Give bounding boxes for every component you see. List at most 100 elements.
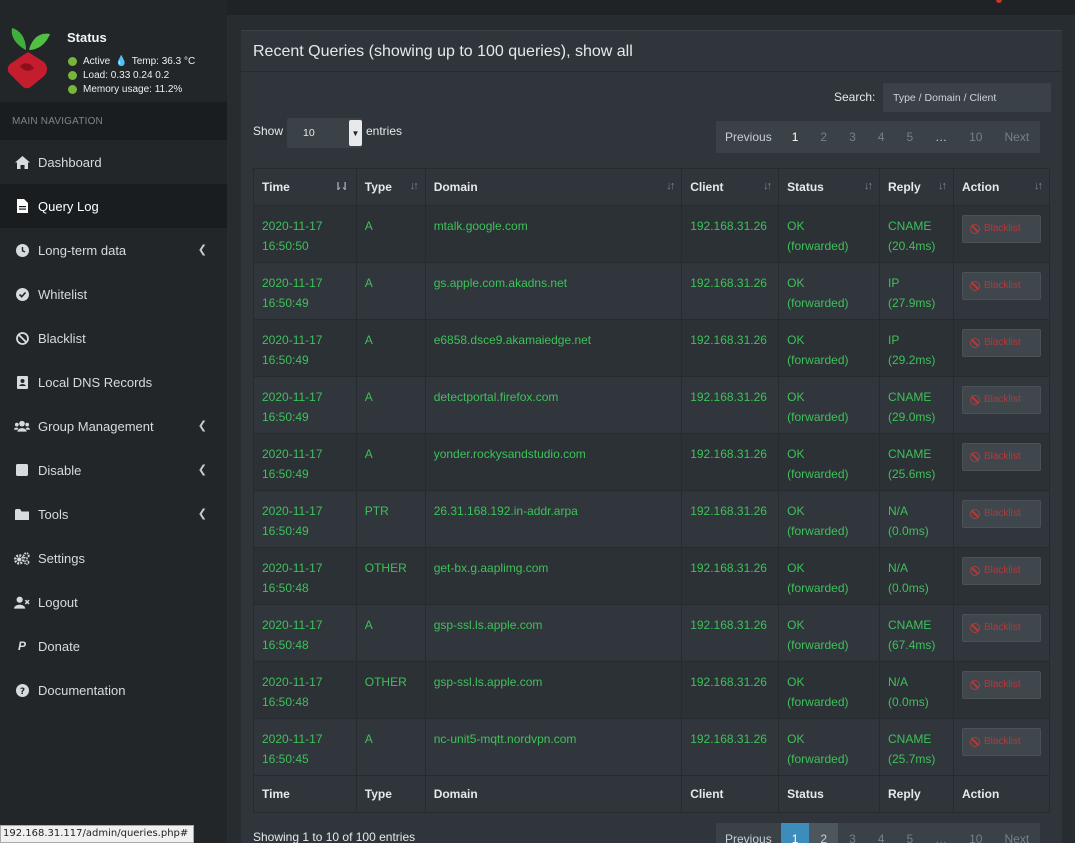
ban-icon <box>969 224 980 234</box>
nav-header: MAIN NAVIGATION <box>0 102 227 140</box>
blacklist-button-label: Blacklist <box>983 451 1021 462</box>
cell-client: 192.168.31.26 <box>681 205 780 263</box>
search-input[interactable] <box>883 83 1051 112</box>
nav-item-blacklist[interactable]: Blacklist <box>0 316 227 360</box>
footer-header-domain: Domain <box>424 775 683 813</box>
show-label: Show <box>253 124 284 138</box>
blacklist-button[interactable]: Blacklist <box>961 728 1041 756</box>
cell-reply-text: CNAME <box>888 732 932 746</box>
cell-domain-text: mtalk.google.com <box>433 219 528 233</box>
column-header-time[interactable]: Time ⇂⇃ <box>253 168 357 206</box>
blacklist-button[interactable]: Blacklist <box>961 329 1041 357</box>
cogs-icon <box>14 551 30 565</box>
column-header-domain[interactable]: Domain ↓↑ <box>424 168 683 206</box>
cell-time-text: 16:50:48 <box>262 695 309 709</box>
nav-item-query-log[interactable]: Query Log <box>0 184 227 228</box>
footer-header-type: Type <box>355 775 426 813</box>
cell-status: OK (forwarded) <box>778 319 881 377</box>
pagination-page-10[interactable]: 10 <box>958 121 993 153</box>
blacklist-button[interactable]: Blacklist <box>961 557 1041 585</box>
cell-domain-text: 26.31.168.192.in-addr.arpa <box>433 504 578 518</box>
column-header-reply[interactable]: Reply ↓↑ <box>879 168 954 206</box>
pagination-page-2[interactable]: 2 <box>809 121 838 153</box>
blacklist-button[interactable]: Blacklist <box>961 614 1041 642</box>
cell-action: Blacklist <box>952 319 1051 377</box>
cell-reply-text: CNAME <box>888 618 932 632</box>
status-active-line: Active 💧 Temp: 36.3 °C <box>68 56 195 67</box>
sort-icon: ↓↑ <box>409 180 419 192</box>
nav-item-tools[interactable]: Tools ❮ <box>0 492 227 536</box>
nav-item-disable[interactable]: Disable ❮ <box>0 448 227 492</box>
pagination-page-5[interactable]: 5 <box>895 121 924 153</box>
column-header-status[interactable]: Status ↓↑ <box>778 168 881 206</box>
chevron-left-icon: ❮ <box>197 420 207 432</box>
pagination-page-2[interactable]: 2 <box>809 823 839 843</box>
blacklist-button[interactable]: Blacklist <box>961 272 1041 300</box>
cell-type-text: OTHER <box>364 561 407 575</box>
nav-item-dashboard[interactable]: Dashboard <box>0 140 227 184</box>
pagination-next[interactable]: Next <box>993 121 1040 153</box>
pagination-page-3[interactable]: 3 <box>838 823 867 843</box>
nav-label: Local DNS Records <box>38 374 153 390</box>
nav-item-donate[interactable]: P Donate <box>0 624 227 668</box>
cell-type-text: A <box>364 219 373 233</box>
column-header-action[interactable]: Action ↓↑ <box>952 168 1051 206</box>
nav-label: Disable <box>38 462 82 478</box>
nav-item-local-dns-records[interactable]: Local DNS Records <box>0 360 227 404</box>
blacklist-button[interactable]: Blacklist <box>961 671 1041 699</box>
cell-reply-text: N/A <box>888 675 909 689</box>
cell-reply: N/A (0.0ms) <box>879 490 954 548</box>
cell-date-text: 2020-11-17 <box>262 390 323 404</box>
cell-reply2-text: (0.0ms) <box>888 524 929 538</box>
cell-reply2-text: (25.6ms) <box>888 467 936 481</box>
entries-per-page-select[interactable]: 10 ▼ <box>287 118 362 148</box>
cell-type: A <box>355 205 426 263</box>
cell-status2-text: (forwarded) <box>787 524 849 538</box>
status-title: Status <box>67 30 107 45</box>
pagination-bottom: Previous 1 2 3 4 5 … 10 Next <box>716 823 1041 843</box>
nav-label: Documentation <box>38 682 126 698</box>
sort-icon: ↓↑ <box>937 180 947 192</box>
pagination-page-5[interactable]: 5 <box>895 823 924 843</box>
blacklist-button[interactable]: Blacklist <box>961 443 1041 471</box>
cell-time: 2020-11-17 16:50:49 <box>253 319 357 377</box>
blacklist-button-label: Blacklist <box>983 394 1021 405</box>
nav-item-group-management[interactable]: Group Management ❮ <box>0 404 227 448</box>
pagination-previous[interactable]: Previous <box>716 121 781 153</box>
nav-item-whitelist[interactable]: Whitelist <box>0 272 227 316</box>
cell-client: 192.168.31.26 <box>681 547 780 605</box>
box-title[interactable]: Recent Queries (showing up to 100 querie… <box>241 31 1062 72</box>
pagination-next[interactable]: Next <box>993 823 1040 843</box>
blacklist-button[interactable]: Blacklist <box>961 386 1041 414</box>
footer-header-status: Status <box>778 775 881 813</box>
pagination-page-4[interactable]: 4 <box>867 823 896 843</box>
table-info: Showing 1 to 10 of 100 entries <box>253 830 416 843</box>
pagination-page-1[interactable]: 1 <box>781 121 810 153</box>
column-header-type[interactable]: Type ↓↑ <box>355 168 426 206</box>
pagination-page-3[interactable]: 3 <box>838 121 867 153</box>
recent-queries-box: Recent Queries (showing up to 100 querie… <box>241 30 1062 843</box>
cell-time: 2020-11-17 16:50:49 <box>253 490 357 548</box>
cell-date-text: 2020-11-17 <box>262 447 323 461</box>
pagination-page-10[interactable]: 10 <box>958 823 993 843</box>
column-header-client[interactable]: Client ↓↑ <box>681 168 780 206</box>
blacklist-button[interactable]: Blacklist <box>961 500 1041 528</box>
pagination-ellipsis: … <box>935 832 948 843</box>
nav-item-settings[interactable]: Settings <box>0 536 227 580</box>
entries-per-page-value: 10 <box>303 127 315 139</box>
cell-action: Blacklist <box>952 376 1051 434</box>
cell-time: 2020-11-17 16:50:49 <box>253 262 357 320</box>
cell-type: A <box>355 319 426 377</box>
nav-item-documentation[interactable]: ? Documentation <box>0 668 227 712</box>
pagination-top: Previous 1 2 3 4 5 … 10 Next <box>716 121 1041 153</box>
cell-reply: CNAME (29.0ms) <box>879 376 954 434</box>
nav-item-long-term-data[interactable]: Long-term data ❮ <box>0 228 227 272</box>
cell-domain: get-bx.g.aaplimg.com <box>424 547 683 605</box>
cell-type: PTR <box>355 490 426 548</box>
blacklist-button[interactable]: Blacklist <box>961 215 1041 243</box>
pagination-page-1[interactable]: 1 <box>780 823 810 843</box>
pagination-previous[interactable]: Previous <box>716 823 781 843</box>
check-circle-icon <box>14 287 30 301</box>
nav-item-logout[interactable]: Logout <box>0 580 227 624</box>
pagination-page-4[interactable]: 4 <box>867 121 896 153</box>
